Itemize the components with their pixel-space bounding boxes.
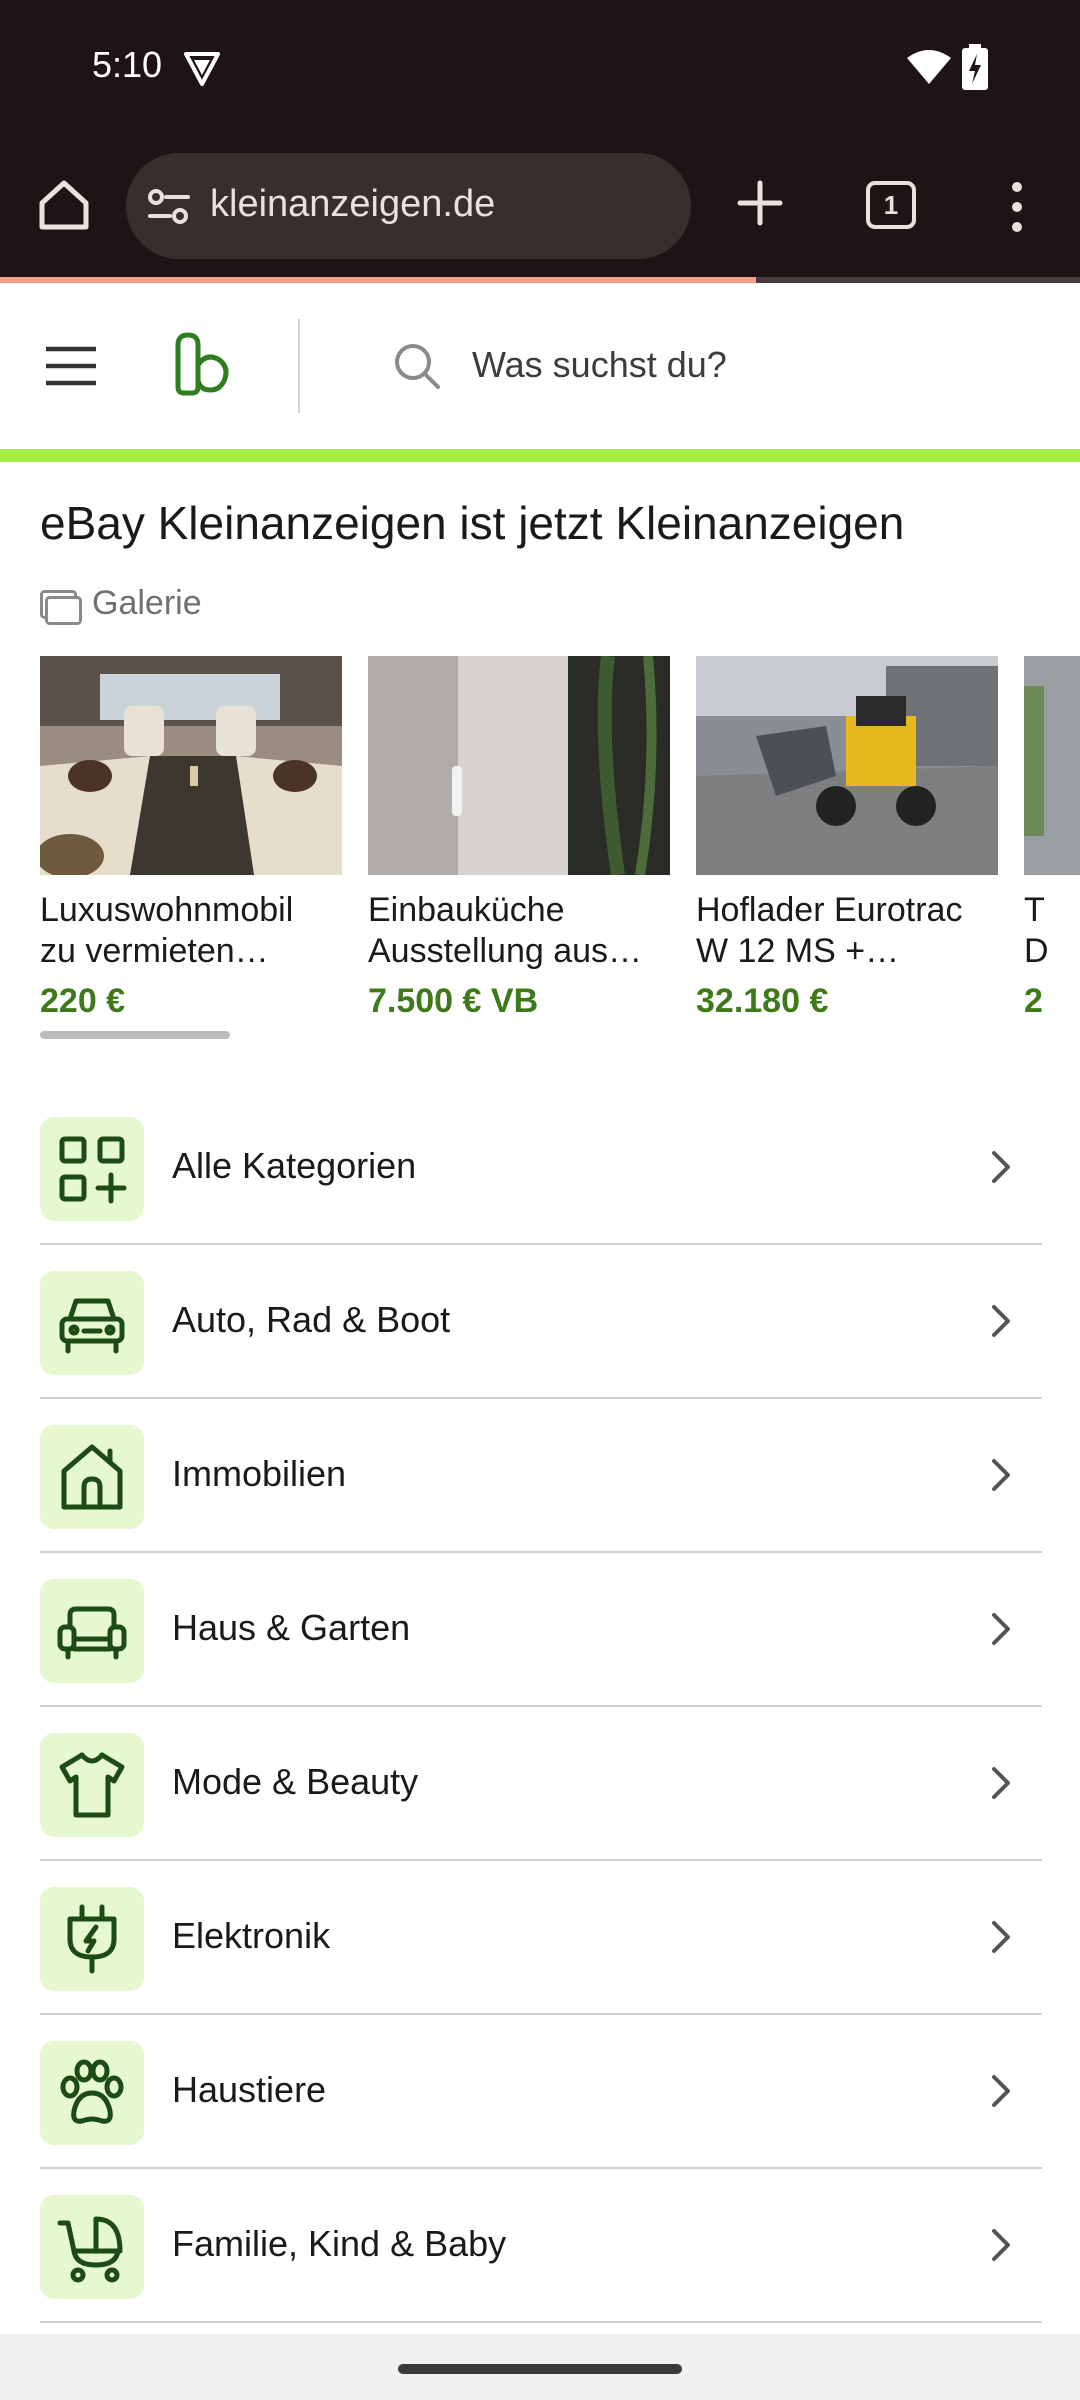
kleinanzeigen-logo[interactable] — [170, 331, 238, 397]
listing-price: 7.500 € VB — [368, 982, 539, 1016]
sofa-icon — [57, 1606, 127, 1660]
listing-title[interactable]: Hoflader Eurotrac W 12 MS +… — [696, 890, 998, 972]
listing-price: 2 — [1024, 982, 1043, 1016]
site-header — [0, 283, 1080, 449]
category-label[interactable]: Alle Kategorien — [172, 1145, 416, 1187]
tab-switcher-button[interactable]: 1 — [866, 181, 916, 229]
header-divider — [298, 319, 300, 413]
listing-title[interactable]: Luxuswohnmobil zu vermieten… — [40, 890, 342, 972]
browser-toolbar: kleinanzeigen.de 1 — [0, 135, 1080, 280]
category-icon-box — [40, 1733, 144, 1837]
gallery-card[interactable]: Hoflader Eurotrac W 12 MS +… 32.180 € — [696, 656, 998, 1016]
home-gesture-handle[interactable] — [398, 2364, 682, 2374]
paw-icon — [60, 2059, 124, 2124]
chevron-right-icon — [992, 2229, 1010, 2261]
category-icon-box — [40, 1579, 144, 1683]
category-icon-box — [40, 1425, 144, 1529]
hamburger-menu-icon[interactable] — [44, 343, 98, 389]
category-label[interactable]: Auto, Rad & Boot — [172, 1299, 450, 1341]
category-icon-box — [40, 1887, 144, 1991]
category-row[interactable]: Haustiere — [40, 2015, 1042, 2169]
listing-image-partial[interactable] — [1024, 656, 1080, 875]
more-menu-icon[interactable] — [1002, 177, 1032, 237]
category-row[interactable]: Alle Kategorien — [40, 1091, 1042, 1245]
plug-icon — [67, 1904, 117, 1974]
category-row[interactable]: Mode & Beauty — [40, 1707, 1042, 1861]
chevron-right-icon — [992, 1613, 1010, 1645]
category-icon-box — [40, 2041, 144, 2145]
listing-image-kitchen[interactable] — [368, 656, 670, 876]
gallery-icon — [40, 590, 82, 625]
chevron-right-icon — [992, 1767, 1010, 1799]
vpn-icon — [184, 52, 220, 86]
site-settings-icon[interactable] — [146, 187, 192, 227]
category-label[interactable]: Immobilien — [172, 1453, 346, 1495]
gallery-card[interactable]: T D 2 — [1024, 656, 1080, 1016]
chevron-right-icon — [992, 1459, 1010, 1491]
search-input[interactable] — [472, 335, 1032, 395]
category-row[interactable]: Auto, Rad & Boot — [40, 1245, 1042, 1399]
car-icon — [59, 1298, 125, 1354]
stroller-icon — [57, 2216, 123, 2283]
chevron-right-icon — [992, 1151, 1010, 1183]
status-time: 5:10 — [92, 44, 163, 85]
listing-title[interactable]: Einbauküche Ausstellung aus… — [368, 890, 670, 972]
chevron-right-icon — [992, 2075, 1010, 2107]
header-accent-line — [0, 449, 1080, 462]
gallery-scroll-indicator — [40, 1031, 230, 1039]
new-tab-icon[interactable] — [728, 171, 792, 235]
battery-charging-icon — [962, 44, 988, 90]
category-row[interactable]: Elektronik — [40, 1861, 1042, 2015]
category-label[interactable]: Mode & Beauty — [172, 1761, 418, 1803]
category-row[interactable]: Immobilien — [40, 1399, 1042, 1553]
category-list: Alle Kategorien Auto, Rad & Boot Immobil… — [40, 1091, 1042, 2323]
listing-image-loader[interactable] — [696, 656, 998, 875]
url-text[interactable]: kleinanzeigen.de — [210, 183, 495, 226]
address-bar[interactable]: kleinanzeigen.de — [126, 153, 691, 259]
category-label[interactable]: Haustiere — [172, 2069, 326, 2111]
category-icon-box — [40, 2195, 144, 2299]
tshirt-icon — [59, 1752, 125, 1818]
page-title: eBay Kleinanzeigen ist jetzt Kleinanzeig… — [40, 497, 905, 549]
search-icon[interactable] — [392, 341, 442, 391]
home-icon[interactable] — [34, 175, 94, 235]
house-icon — [61, 1444, 123, 1510]
gallery-card[interactable]: Luxuswohnmobil zu vermieten… 220 € — [36, 656, 342, 1016]
category-icon-box — [40, 1271, 144, 1375]
listing-price: 220 € — [40, 982, 126, 1016]
category-row[interactable]: Familie, Kind & Baby — [40, 2169, 1042, 2323]
chevron-right-icon — [992, 1921, 1010, 1953]
chevron-right-icon — [992, 1305, 1010, 1337]
category-label[interactable]: Familie, Kind & Baby — [172, 2223, 506, 2265]
gallery-label: Galerie — [92, 584, 202, 622]
category-label[interactable]: Elektronik — [172, 1915, 330, 1957]
listing-image-motorhome[interactable] — [36, 656, 342, 878]
listing-price: 32.180 € — [696, 982, 829, 1016]
system-navigation-bar — [0, 2334, 1080, 2400]
wifi-icon — [907, 50, 951, 84]
category-label[interactable]: Haus & Garten — [172, 1607, 410, 1649]
category-icon-box — [40, 1117, 144, 1221]
status-bar: 5:10 — [0, 0, 1080, 135]
category-row[interactable]: Haus & Garten — [40, 1553, 1042, 1707]
gallery-card[interactable]: Einbauküche Ausstellung aus… 7.500 € VB — [368, 656, 670, 1016]
gallery-carousel[interactable]: Luxuswohnmobil zu vermieten… 220 € Einba… — [0, 656, 1080, 1016]
listing-title[interactable]: T D — [1024, 890, 1080, 972]
grid-plus-icon — [59, 1136, 127, 1204]
